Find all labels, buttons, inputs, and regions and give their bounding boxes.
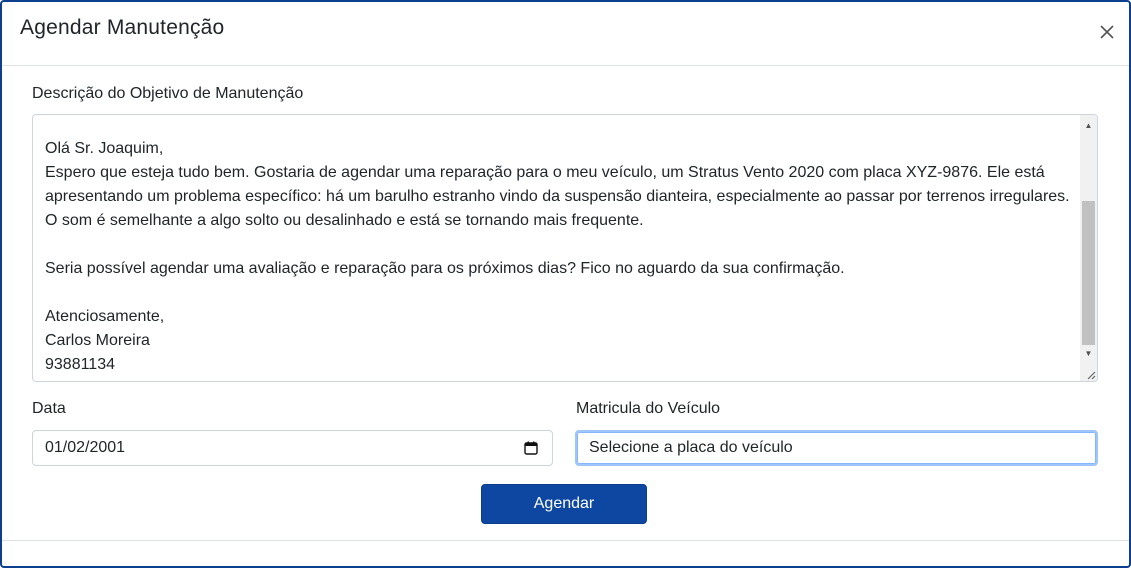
footer-divider [2,540,1129,541]
vehicle-label: Matricula do Veículo [576,400,721,417]
textarea-scrollbar[interactable]: ▲ ▼ [1080,115,1097,381]
schedule-button[interactable]: Agendar [481,484,647,524]
description-text[interactable]: Olá Sr. Joaquim, Espero que esteja tudo … [45,137,1075,377]
modal-title: Agendar Manutenção [20,16,225,39]
date-input[interactable]: 01/02/2001 [32,430,553,466]
resize-grip-icon[interactable] [1084,368,1096,380]
vehicle-plate-select[interactable]: Selecione a placa do veículo [575,430,1098,466]
close-button[interactable] [1099,24,1119,44]
scroll-up-icon[interactable]: ▲ [1080,117,1097,134]
close-icon [1100,25,1114,39]
vehicle-placeholder: Selecione a placa do veículo [589,439,793,456]
calendar-icon[interactable] [524,441,538,455]
description-label: Descrição do Objetivo de Manutenção [32,85,304,102]
date-value: 01/02/2001 [45,439,126,456]
modal-header: Agendar Manutenção [2,2,1129,66]
scroll-thumb[interactable] [1082,201,1095,345]
maintenance-modal: Agendar Manutenção Descrição do Objetivo… [0,0,1131,568]
scroll-down-icon[interactable]: ▼ [1080,345,1097,362]
description-textarea[interactable]: Olá Sr. Joaquim, Espero que esteja tudo … [32,114,1098,382]
date-label: Data [32,400,66,417]
